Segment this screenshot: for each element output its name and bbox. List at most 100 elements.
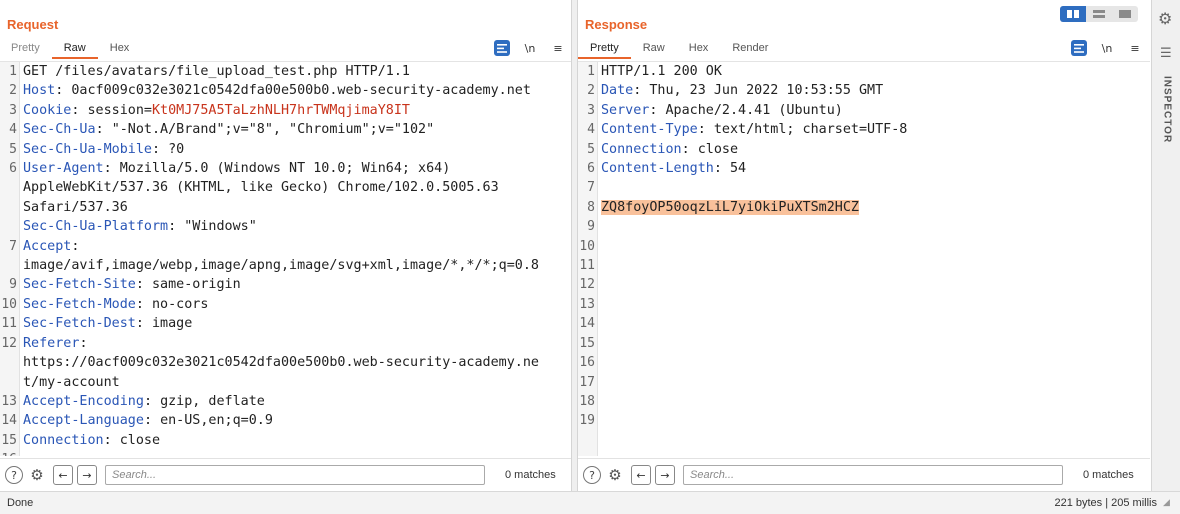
request-line: 1 GET /files/avatars/file_upload_test.php… bbox=[0, 62, 571, 81]
response-search-bar: ? ⚙ ← → 0 matches bbox=[578, 458, 1150, 491]
response-line: 8 ZQ8foyOP50oqzLiL7yiOkiPuXTSm2HCZ bbox=[578, 198, 1150, 217]
response-line: 14 bbox=[578, 314, 1150, 333]
response-tab-raw[interactable]: Raw bbox=[631, 40, 677, 59]
request-next-match-icon[interactable]: → bbox=[77, 465, 97, 485]
request-options-menu-icon[interactable]: ≡ bbox=[550, 40, 566, 56]
line-number: 1 bbox=[587, 64, 595, 79]
response-help-icon[interactable]: ? bbox=[583, 466, 601, 484]
layout-stacked-button[interactable] bbox=[1086, 6, 1112, 22]
line-number: 8 bbox=[587, 199, 595, 215]
line-text: User-Agent: Mozilla/5.0 (Windows NT 10.0… bbox=[20, 159, 450, 178]
line-number: 7 bbox=[9, 238, 17, 254]
header-name: Sec-Ch-Ua bbox=[23, 122, 96, 138]
response-wrap-lines-icon[interactable] bbox=[1071, 40, 1087, 56]
header-value: GET /files/avatars/file_upload_test.php … bbox=[23, 64, 410, 79]
response-stats: 221 bytes | 205 millis bbox=[1054, 497, 1157, 509]
line-number: 2 bbox=[9, 83, 17, 99]
line-number: 3 bbox=[587, 102, 595, 118]
header-value: close bbox=[697, 141, 739, 157]
header-value: image bbox=[152, 316, 193, 332]
line-number: 4 bbox=[587, 122, 595, 138]
line-text: t/my-account bbox=[20, 373, 120, 392]
single-pane-icon bbox=[1119, 10, 1131, 18]
request-search-input[interactable] bbox=[105, 465, 485, 485]
response-editor[interactable]: 1 HTTP/1.1 200 OK 2 Date: Thu, 23 Jun 2022 … bbox=[578, 61, 1150, 456]
line-number: 1 bbox=[9, 64, 17, 79]
request-tab-raw[interactable]: Raw bbox=[51, 40, 98, 59]
line-number: 5 bbox=[9, 141, 17, 157]
response-search-input[interactable] bbox=[683, 465, 1063, 485]
status-text: Done bbox=[7, 497, 34, 509]
line-number: 4 bbox=[9, 122, 17, 138]
header-separator: : bbox=[135, 296, 152, 312]
inspector-menu-icon[interactable]: ☰ bbox=[1160, 46, 1172, 61]
header-separator: : bbox=[103, 161, 120, 177]
request-search-bar: ? ⚙ ← → 0 matches bbox=[0, 458, 571, 491]
line-text: Connection: close bbox=[598, 140, 738, 159]
header-separator: : bbox=[71, 102, 88, 118]
response-line: 9 bbox=[578, 217, 1150, 236]
line-text bbox=[598, 275, 601, 294]
request-help-icon[interactable]: ? bbox=[5, 466, 23, 484]
response-line: 18 bbox=[578, 392, 1150, 411]
line-text: Cookie: session=Kt0MJ75A5TaLzhNLH7hrTWMq… bbox=[20, 101, 410, 120]
request-search-settings-icon[interactable]: ⚙ bbox=[27, 465, 47, 485]
line-number: 5 bbox=[587, 141, 595, 157]
header-value: Mozilla/5.0 (Windows NT 10.0; Win64; x64… bbox=[119, 161, 451, 177]
request-line: image/avif,image/webp,image/apng,image/s… bbox=[0, 256, 571, 275]
line-number: 18 bbox=[579, 393, 595, 409]
header-value: same-origin bbox=[152, 277, 241, 293]
request-line: 6 User-Agent: Mozilla/5.0 (Windows NT 10.… bbox=[0, 159, 571, 178]
inspector-rail: ⚙ ☰ INSPECTOR bbox=[1151, 0, 1180, 491]
header-value: https://0acf009c032e3021c0542dfa00e500b0… bbox=[23, 355, 539, 371]
line-text bbox=[598, 237, 601, 256]
response-tab-render[interactable]: Render bbox=[720, 40, 780, 59]
request-line: 3 Cookie: session=Kt0MJ75A5TaLzhNLH7hrTWM… bbox=[0, 101, 571, 120]
header-name: Connection bbox=[601, 141, 682, 157]
line-number bbox=[0, 256, 20, 275]
response-tab-hex[interactable]: Hex bbox=[677, 40, 721, 59]
response-prev-match-icon[interactable]: ← bbox=[631, 465, 651, 485]
request-editor[interactable]: 1 GET /files/avatars/file_upload_test.php… bbox=[0, 61, 571, 456]
request-newline-toggle[interactable]: \n bbox=[522, 40, 538, 56]
header-name: Cookie bbox=[23, 102, 72, 118]
response-line: 7 bbox=[578, 178, 1150, 197]
inspector-tab[interactable]: INSPECTOR bbox=[1153, 76, 1180, 143]
request-title: Request bbox=[7, 17, 59, 32]
line-text bbox=[598, 256, 601, 275]
header-name: Content-Length bbox=[601, 161, 714, 177]
request-tab-pretty[interactable]: Pretty bbox=[0, 40, 52, 59]
response-tab-pretty[interactable]: Pretty bbox=[578, 40, 631, 59]
header-name: Referer bbox=[23, 335, 80, 351]
layout-side-by-side-button[interactable] bbox=[1060, 6, 1086, 22]
line-text bbox=[598, 334, 601, 353]
response-line: 3 Server: Apache/2.4.41 (Ubuntu) bbox=[578, 101, 1150, 120]
inspector-settings-icon[interactable]: ⚙ bbox=[1158, 9, 1172, 28]
line-number: 10 bbox=[1, 296, 17, 312]
line-text: AppleWebKit/537.36 (KHTML, like Gecko) C… bbox=[20, 178, 499, 197]
response-next-match-icon[interactable]: → bbox=[655, 465, 675, 485]
request-tab-hex[interactable]: Hex bbox=[98, 40, 142, 59]
request-wrap-lines-icon[interactable] bbox=[494, 40, 510, 56]
line-text: Host: 0acf009c032e3021c0542dfa00e500b0.w… bbox=[20, 81, 531, 100]
response-search-settings-icon[interactable]: ⚙ bbox=[605, 465, 625, 485]
request-line: 7 Accept: bbox=[0, 237, 571, 256]
request-line: 5 Sec-Ch-Ua-Mobile: ?0 bbox=[0, 140, 571, 159]
layout-tabbed-button[interactable] bbox=[1112, 6, 1138, 22]
line-number bbox=[0, 353, 20, 372]
header-value: ?0 bbox=[168, 141, 185, 157]
request-line: 2 Host: 0acf009c032e3021c0542dfa00e500b0.… bbox=[0, 81, 571, 100]
response-newline-toggle[interactable]: \n bbox=[1099, 40, 1115, 56]
header-value: 54 bbox=[730, 161, 747, 177]
header-value: session=Kt0MJ75A5TaLzhNLH7hrTWMqjimaY8IT bbox=[87, 102, 410, 118]
resize-grip-icon[interactable]: ◢ bbox=[1163, 498, 1173, 508]
response-line: 1 HTTP/1.1 200 OK bbox=[578, 62, 1150, 81]
request-prev-match-icon[interactable]: ← bbox=[53, 465, 73, 485]
layout-toggle bbox=[1060, 6, 1138, 22]
request-line: 9 Sec-Fetch-Site: same-origin bbox=[0, 275, 571, 294]
line-text: Server: Apache/2.4.41 (Ubuntu) bbox=[598, 101, 843, 120]
line-text: GET /files/avatars/file_upload_test.php … bbox=[20, 62, 410, 81]
header-separator: : bbox=[143, 393, 161, 409]
response-options-menu-icon[interactable]: ≡ bbox=[1127, 40, 1143, 56]
header-value: close bbox=[119, 432, 161, 448]
